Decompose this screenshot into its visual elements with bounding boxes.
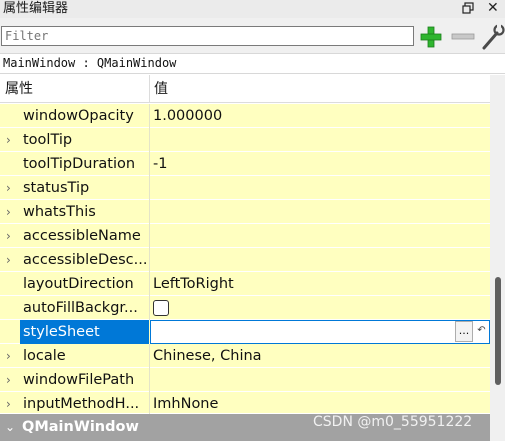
property-row-tooltip[interactable]: › toolTip bbox=[0, 128, 490, 152]
column-divider bbox=[149, 296, 150, 320]
property-row-locale[interactable]: › locale Chinese, China bbox=[0, 344, 490, 368]
minus-icon[interactable] bbox=[450, 24, 476, 50]
table-header: 属性 值 bbox=[0, 75, 490, 103]
property-name: accessibleDesc... bbox=[23, 252, 148, 268]
property-row-window-file-path[interactable]: › windowFilePath bbox=[0, 368, 490, 392]
edit-style-sheet-button[interactable]: ... bbox=[455, 321, 473, 342]
property-name: locale bbox=[23, 348, 66, 364]
property-value[interactable]: -1 bbox=[150, 152, 490, 176]
filter-toolbar bbox=[0, 18, 505, 53]
property-row-accessible-description[interactable]: › accessibleDesc... bbox=[0, 248, 490, 272]
property-value[interactable] bbox=[150, 368, 490, 392]
property-row-window-opacity[interactable]: windowOpacity 1.000000 bbox=[0, 104, 490, 128]
property-name: autoFillBackgr... bbox=[23, 300, 138, 316]
property-value[interactable] bbox=[150, 200, 490, 224]
property-value[interactable]: Chinese, China bbox=[150, 344, 490, 368]
object-class-label: MainWindow : QMainWindow bbox=[0, 53, 505, 74]
chevron-right-icon[interactable]: › bbox=[6, 392, 16, 416]
value-column-header[interactable]: 值 bbox=[150, 75, 490, 103]
property-value[interactable] bbox=[150, 128, 490, 152]
property-row-style-sheet[interactable]: styleSheet ... ↶ bbox=[0, 320, 490, 344]
property-editor-panel: 属性编辑器 ✕ MainWindow : QMainWindow 属性 值 bbox=[0, 0, 505, 441]
title-bar: 属性编辑器 ✕ bbox=[0, 0, 505, 18]
close-icon[interactable]: ✕ bbox=[487, 1, 499, 15]
group-name: QMainWindow bbox=[22, 419, 139, 435]
property-value[interactable] bbox=[150, 248, 490, 272]
chevron-right-icon[interactable]: › bbox=[6, 224, 16, 248]
property-row-accessible-name[interactable]: › accessibleName bbox=[0, 224, 490, 248]
property-row-whats-this[interactable]: › whatsThis bbox=[0, 200, 490, 224]
property-row-layout-direction[interactable]: layoutDirection LeftToRight bbox=[0, 272, 490, 296]
chevron-right-icon[interactable]: › bbox=[6, 248, 16, 272]
vertical-scrollbar[interactable] bbox=[490, 75, 505, 441]
scrollbar-thumb[interactable] bbox=[495, 277, 501, 385]
filter-input[interactable] bbox=[1, 26, 414, 46]
chevron-right-icon[interactable]: › bbox=[6, 344, 16, 368]
property-name: styleSheet bbox=[20, 320, 149, 344]
plus-icon[interactable] bbox=[418, 24, 444, 50]
property-name: toolTip bbox=[23, 132, 73, 148]
property-value[interactable]: ImhNone bbox=[150, 392, 490, 416]
property-row-input-method-hints[interactable]: › inputMethodH... ImhNone bbox=[0, 392, 490, 416]
property-name: accessibleName bbox=[23, 228, 141, 244]
wrench-icon[interactable] bbox=[480, 23, 505, 51]
chevron-right-icon[interactable]: › bbox=[6, 368, 16, 392]
property-name: whatsThis bbox=[23, 204, 96, 220]
float-window-icon[interactable] bbox=[462, 2, 474, 14]
reset-icon[interactable]: ↶ bbox=[474, 321, 489, 342]
property-row-status-tip[interactable]: › statusTip bbox=[0, 176, 490, 200]
chevron-right-icon[interactable]: › bbox=[6, 128, 16, 152]
chevron-right-icon[interactable]: › bbox=[6, 176, 16, 200]
property-name: inputMethodH... bbox=[23, 396, 140, 412]
auto-fill-background-checkbox[interactable] bbox=[153, 300, 169, 316]
property-row-tooltip-duration[interactable]: toolTipDuration -1 bbox=[0, 152, 490, 176]
property-name: windowOpacity bbox=[23, 108, 134, 124]
property-name: windowFilePath bbox=[23, 372, 135, 388]
style-sheet-value-field[interactable] bbox=[150, 320, 490, 344]
property-name: statusTip bbox=[23, 180, 90, 196]
panel-title: 属性编辑器 bbox=[3, 1, 69, 16]
property-value[interactable] bbox=[150, 224, 490, 248]
property-column-header[interactable]: 属性 bbox=[0, 75, 150, 103]
watermark: CSDN @m0_55951222 bbox=[313, 414, 473, 430]
property-value[interactable]: 1.000000 bbox=[150, 104, 490, 128]
chevron-down-icon[interactable]: ⌄ bbox=[5, 414, 15, 441]
property-row-auto-fill-background[interactable]: autoFillBackgr... bbox=[0, 296, 490, 320]
property-value[interactable] bbox=[150, 176, 490, 200]
property-table: 属性 值 windowOpacity 1.000000 › toolTip to… bbox=[0, 75, 490, 441]
property-name: layoutDirection bbox=[23, 276, 134, 292]
property-name: toolTipDuration bbox=[23, 156, 136, 172]
property-value[interactable]: LeftToRight bbox=[150, 272, 490, 296]
chevron-right-icon[interactable]: › bbox=[6, 200, 16, 224]
